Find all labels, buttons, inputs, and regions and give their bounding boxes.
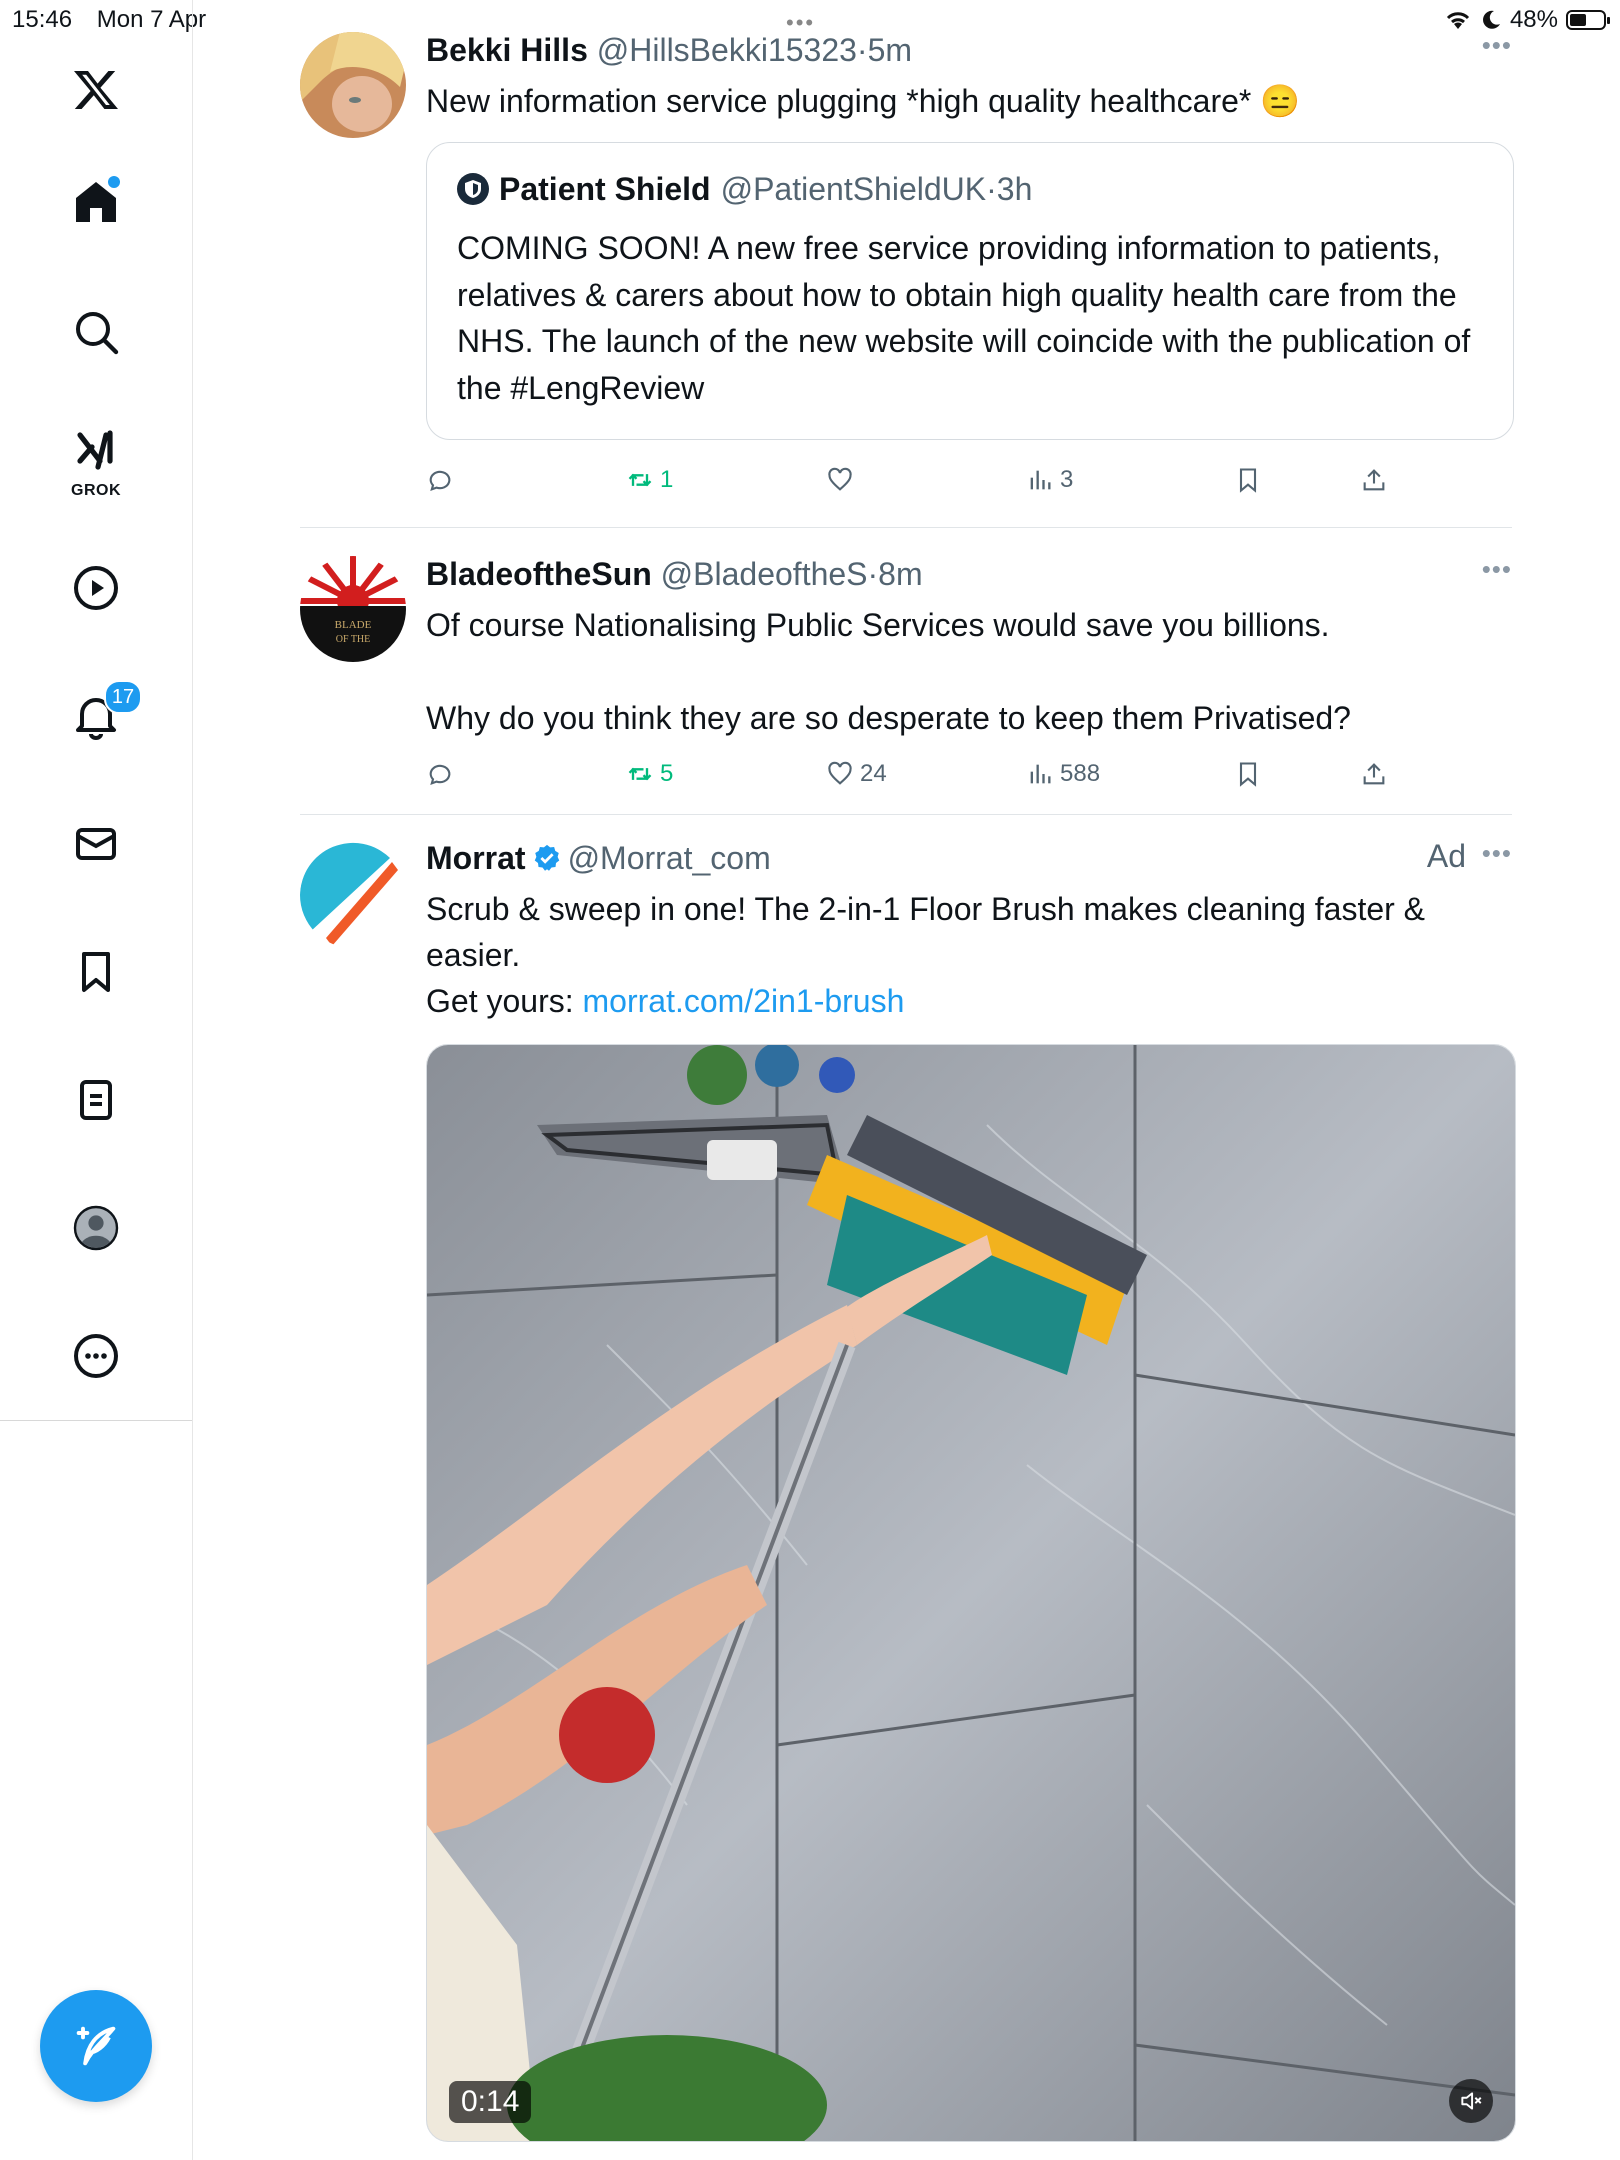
retweet-button[interactable]: 5 <box>626 754 673 794</box>
author-name[interactable]: BladeoftheSun <box>426 556 652 592</box>
video-frame <box>427 1045 1515 2141</box>
tweet-time[interactable]: 5m <box>868 32 912 68</box>
compose-icon <box>76 2026 116 2066</box>
mute-button[interactable] <box>1449 2079 1493 2123</box>
bookmark-tweet-button[interactable] <box>1234 460 1262 500</box>
profile-icon[interactable] <box>56 1188 136 1268</box>
tweet-text: New information service plugging *high q… <box>426 83 1301 119</box>
views-icon <box>1030 764 1051 784</box>
cta-line: Get yours: morrat.com/2in1-brush <box>426 978 1512 1024</box>
author-name[interactable]: Morrat <box>426 840 526 876</box>
quote-author-handle[interactable]: @PatientShieldUK <box>721 171 987 207</box>
separator-dot: · <box>867 556 879 592</box>
views-button[interactable]: 3 <box>1026 460 1073 500</box>
ad-label: Ad <box>1426 838 1466 874</box>
bookmark-icon <box>1239 468 1257 493</box>
avatar[interactable]: BLADE OF THE <box>300 556 406 662</box>
share-icon <box>1363 763 1385 785</box>
tweet-header: BladeoftheSun @BladeoftheS·8m <box>426 554 1512 594</box>
reply-icon <box>429 764 451 786</box>
like-button[interactable]: 24 <box>826 754 887 794</box>
tweet-time[interactable]: 8m <box>878 556 922 592</box>
notification-badge: 17 <box>104 680 142 714</box>
home-icon[interactable] <box>56 162 136 242</box>
more-icon[interactable] <box>56 1316 136 1396</box>
bookmark-icon <box>1239 762 1257 787</box>
tweet-actions: 1 3 <box>426 460 1406 500</box>
tweet[interactable]: BLADE OF THE BladeoftheSun @BladeoftheS·… <box>300 554 1512 794</box>
home-unread-dot <box>108 176 120 188</box>
mute-icon <box>1461 2092 1482 2110</box>
lists-icon[interactable] <box>56 1060 136 1140</box>
more-options-icon[interactable]: ••• <box>1482 554 1512 585</box>
quote-text: COMING SOON! A new free service providin… <box>457 230 1471 406</box>
battery-icon <box>1566 10 1610 30</box>
reply-button[interactable] <box>426 460 454 500</box>
avatar[interactable] <box>300 842 406 948</box>
like-icon <box>828 467 852 491</box>
avatar-text: BLADE <box>335 619 372 631</box>
quote-time[interactable]: 3h <box>997 171 1033 207</box>
cta-prefix: Get yours: <box>426 983 583 1019</box>
search-icon[interactable] <box>56 292 136 372</box>
sidebar-divider <box>0 1420 192 1421</box>
tweet-text-line-1: Of course Nationalising Public Services … <box>426 607 1330 643</box>
like-count: 24 <box>860 760 887 787</box>
more-options-icon[interactable]: ••• <box>1482 838 1512 869</box>
separator-dot: · <box>986 171 997 207</box>
bookmark-tweet-button[interactable] <box>1234 754 1262 794</box>
mail-icon[interactable] <box>56 804 136 884</box>
tweet-divider <box>300 527 1512 528</box>
retweet-count: 1 <box>660 466 674 493</box>
video-icon[interactable] <box>56 548 136 628</box>
tweet-header: Bekki Hills @HillsBekki15323·5m <box>426 30 1512 70</box>
author-handle[interactable]: @HillsBekki15323 <box>597 32 857 68</box>
quoted-tweet[interactable]: Patient Shield @PatientShieldUK·3h COMIN… <box>426 142 1514 440</box>
tweet-header: Morrat @Morrat_com <box>426 838 1512 878</box>
share-button[interactable] <box>1360 754 1388 794</box>
ad-link[interactable]: morrat.com/2in1-brush <box>583 983 905 1019</box>
battery-percent: 48% <box>1509 6 1558 33</box>
video-timer: 0:14 <box>449 2081 532 2123</box>
like-icon <box>828 761 852 785</box>
reply-icon <box>429 470 451 492</box>
grok-label: GROK <box>71 482 121 499</box>
moon-icon <box>1483 10 1500 29</box>
retweet-button[interactable]: 1 <box>626 460 673 500</box>
compose-button[interactable] <box>40 1990 152 2102</box>
retweet-count: 5 <box>660 760 674 787</box>
avatar[interactable] <box>300 32 406 138</box>
verified-icon <box>534 844 559 871</box>
reply-button[interactable] <box>426 754 454 794</box>
author-handle[interactable]: @Morrat_com <box>568 840 771 876</box>
views-count: 588 <box>1060 760 1101 787</box>
tweet-text: Scrub & sweep in one! The 2-in-1 Floor B… <box>426 891 1426 973</box>
separator-dot: · <box>856 32 868 68</box>
like-button[interactable] <box>826 460 860 500</box>
bookmark-icon[interactable] <box>56 932 136 1012</box>
bell-icon[interactable]: 17 <box>56 676 142 756</box>
svg-text:OF THE: OF THE <box>336 634 371 645</box>
tweet-actions: 5 24 588 <box>426 754 1406 794</box>
retweet-icon <box>628 767 652 781</box>
views-icon <box>1030 470 1051 490</box>
quote-avatar <box>457 173 489 205</box>
grok-icon[interactable]: GROK <box>56 418 136 502</box>
author-handle[interactable]: @BladeoftheS <box>661 556 868 592</box>
x-logo-icon[interactable] <box>56 50 136 130</box>
share-icon <box>1363 469 1385 491</box>
tweet-divider <box>300 814 1512 815</box>
ad-video[interactable]: 0:14 <box>426 1044 1516 2142</box>
share-button[interactable] <box>1360 460 1388 500</box>
tweet-text-line-2: Why do you think they are so desperate t… <box>426 700 1351 736</box>
author-name[interactable]: Bekki Hills <box>426 32 588 68</box>
more-options-icon[interactable]: ••• <box>1482 30 1512 61</box>
views-count: 3 <box>1060 466 1074 493</box>
wifi-icon <box>1446 12 1470 29</box>
retweet-icon <box>628 473 652 487</box>
sidebar: GROK 17 <box>0 0 193 2160</box>
tweet[interactable]: Bekki Hills @HillsBekki15323·5m New info… <box>300 30 1514 510</box>
views-button[interactable]: 588 <box>1026 754 1100 794</box>
quote-author-name[interactable]: Patient Shield <box>499 169 711 209</box>
